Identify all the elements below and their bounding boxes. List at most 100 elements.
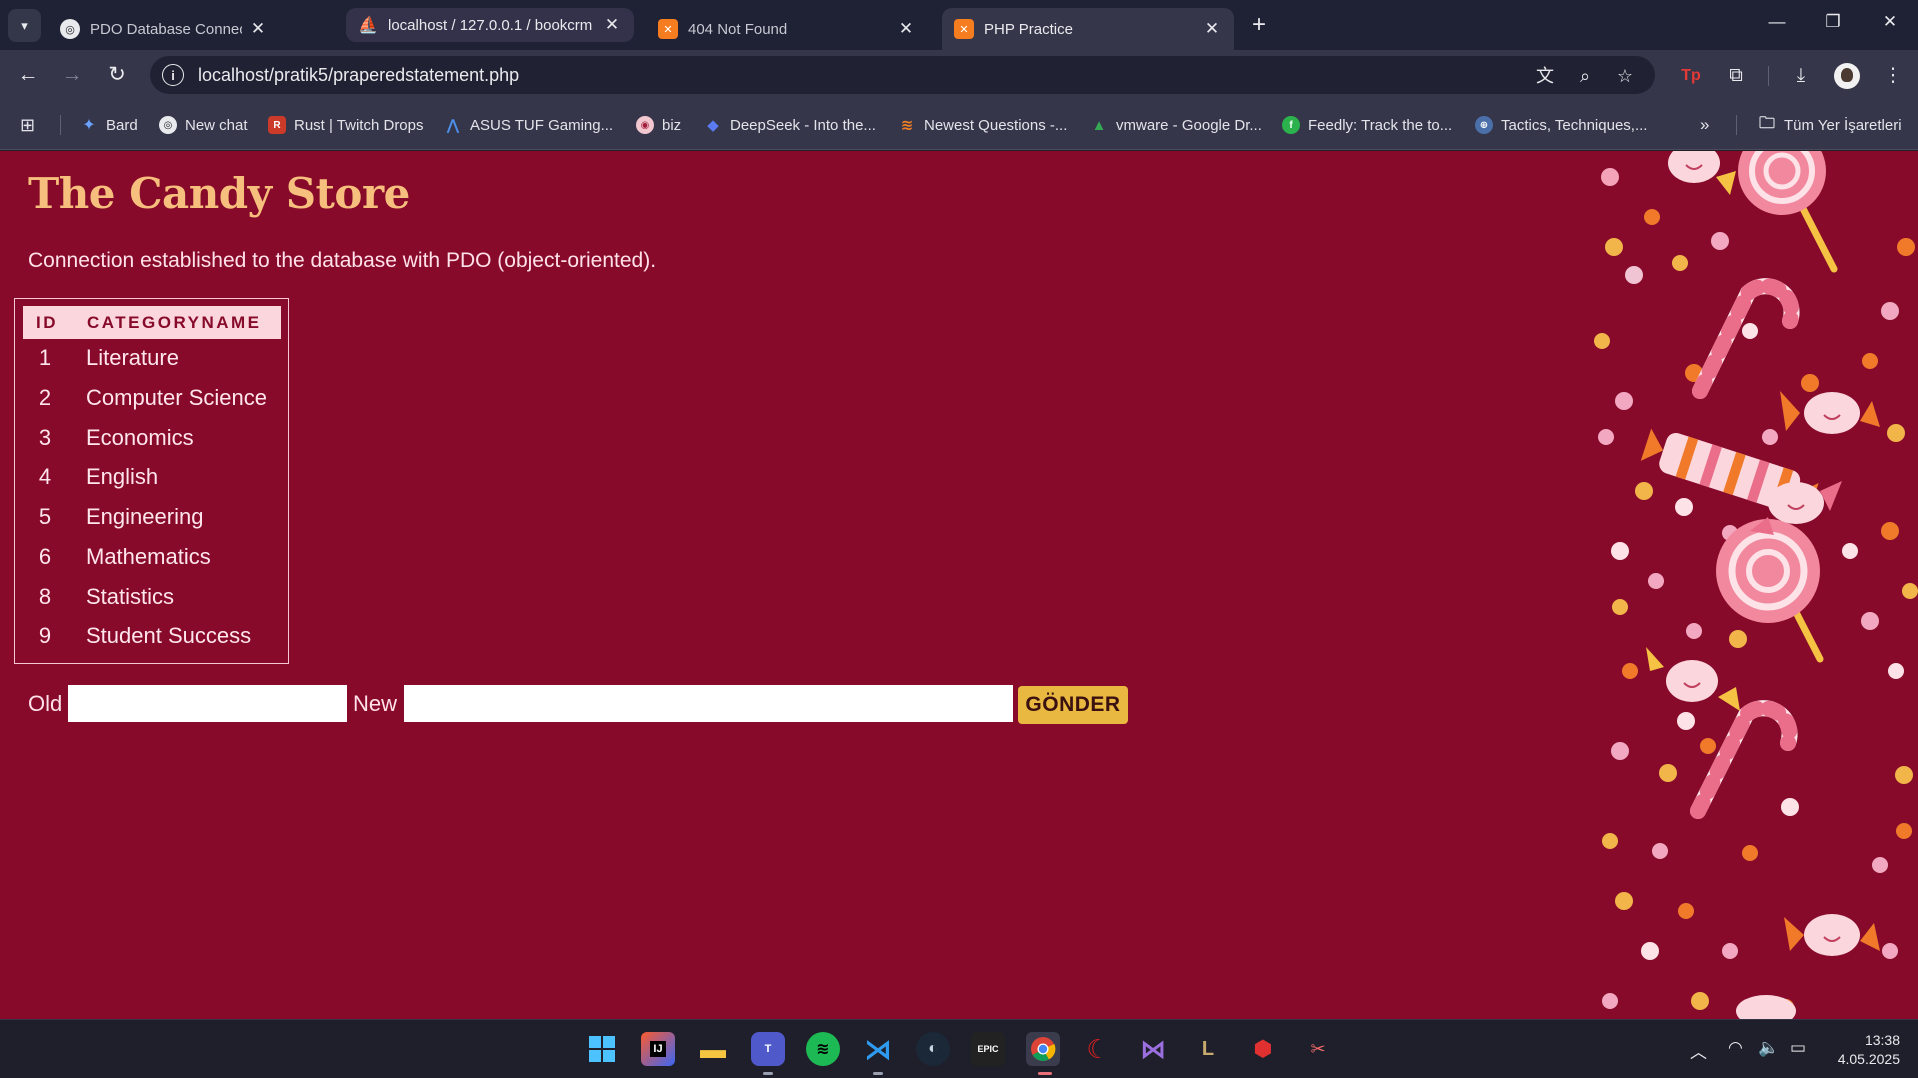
restore-button[interactable]: ❐	[1818, 12, 1848, 32]
old-label: Old	[28, 691, 63, 716]
close-icon[interactable]: ✕	[896, 19, 916, 39]
openai-icon: ◎	[159, 116, 177, 134]
translate-icon[interactable]: ⽂	[1533, 64, 1557, 88]
tab-title: 404 Not Found	[688, 20, 788, 38]
forward-button[interactable]: →	[58, 61, 86, 89]
xampp-icon: ✕	[954, 19, 974, 39]
page-title: The Candy Store	[28, 169, 410, 218]
new-input[interactable]	[404, 685, 1013, 722]
window-close-button[interactable]: ✕	[1875, 12, 1905, 32]
red-swirl-app-icon[interactable]: ☾	[1081, 1032, 1115, 1066]
category-table: ID CATEGORYNAME 1 Literature 2 Computer Sc…	[14, 298, 289, 664]
menu-icon[interactable]: ⋮	[1880, 63, 1906, 89]
back-button[interactable]: ←	[14, 61, 42, 89]
candy-decoration-image	[1594, 151, 1918, 1019]
close-icon[interactable]: ✕	[602, 15, 622, 35]
site-info-icon[interactable]: i	[162, 64, 184, 86]
bookmark-google-drive[interactable]: ▲ vmware - Google Dr...	[1090, 114, 1262, 136]
visual-studio-icon[interactable]: ⋈	[1136, 1032, 1170, 1066]
zoom-icon[interactable]: ⌕	[1573, 64, 1597, 88]
old-input[interactable]	[68, 685, 347, 722]
clock-time: 13:38	[1864, 1032, 1900, 1048]
table-row: 4 English	[38, 464, 159, 489]
epic-games-icon[interactable]: EPIC	[971, 1032, 1005, 1066]
show-hidden-icons[interactable]: ︿	[1690, 1038, 1707, 1063]
windows-start-icon[interactable]	[585, 1032, 619, 1066]
minimize-button[interactable]: —	[1762, 12, 1792, 32]
bookmark-rust-twitch[interactable]: R Rust | Twitch Drops	[268, 114, 424, 136]
league-of-legends-icon[interactable]: L	[1191, 1032, 1225, 1066]
clock-date: 4.05.2025	[1837, 1051, 1900, 1067]
bookmark-mitre[interactable]: ⊕ Tactics, Techniques,...	[1475, 114, 1647, 136]
table-row: 9 Student Success	[38, 623, 252, 648]
xampp-icon: ✕	[658, 19, 678, 39]
apps-grid-icon[interactable]: ⊞	[20, 114, 35, 136]
spotify-icon[interactable]: ≋	[806, 1032, 840, 1066]
url-text[interactable]: localhost/pratik5/praperedstatement.php	[198, 65, 519, 86]
tab-pdo-setup[interactable]: ◎ PDO Database Connection Setu ✕	[48, 8, 280, 50]
lollipop-top	[1738, 151, 1838, 273]
bookmark-deepseek[interactable]: ◆ DeepSeek - Into the...	[704, 114, 876, 136]
connection-message: Connection established to the database w…	[28, 249, 657, 272]
phpmyadmin-icon: ⛵	[358, 17, 378, 34]
address-bar[interactable]: i localhost/pratik5/praperedstatement.ph…	[150, 56, 1655, 94]
table-row: 1 Literature	[38, 345, 179, 370]
bookmark-new-chat[interactable]: ◎ New chat	[159, 114, 248, 136]
header-categoryname: CATEGORYNAME	[87, 313, 262, 332]
bard-icon: ✦	[82, 117, 96, 134]
snipping-tool-icon[interactable]: ✂	[1301, 1032, 1335, 1066]
table-row: 8 Statistics	[38, 584, 175, 609]
tab-php-practice[interactable]: ✕ PHP Practice ✕	[942, 8, 1234, 50]
chrome-icon[interactable]	[1026, 1032, 1060, 1066]
tab-404[interactable]: ✕ 404 Not Found ✕	[646, 8, 928, 50]
header-id: ID	[36, 313, 58, 332]
bookmark-star-icon[interactable]: ☆	[1613, 64, 1637, 88]
close-icon[interactable]: ✕	[248, 19, 268, 39]
bookmark-asus-tuf[interactable]: ⋀ ASUS TUF Gaming...	[444, 114, 613, 136]
intellij-icon[interactable]: IJ	[641, 1032, 675, 1066]
more-bookmarks-icon[interactable]: »	[1700, 114, 1709, 136]
file-explorer-icon[interactable]: ▬	[696, 1032, 730, 1066]
bookmark-feedly[interactable]: f Feedly: Track the to...	[1282, 114, 1452, 136]
reload-button[interactable]: ↻	[103, 61, 131, 89]
close-icon[interactable]: ✕	[1202, 19, 1222, 39]
volume-icon[interactable]: 🔈	[1758, 1038, 1779, 1058]
table-row: 6 Mathematics	[38, 544, 211, 569]
tab-title: PDO Database Connection Setu	[90, 20, 242, 38]
all-bookmarks-folder[interactable]: 🗀 Tüm Yer İşaretleri	[1758, 114, 1902, 136]
tab-title: localhost / 127.0.0.1 / bookcrm	[388, 16, 593, 34]
feedly-icon: f	[1282, 116, 1300, 134]
new-label: New	[353, 691, 398, 716]
tab-strip: ▾ ◎ PDO Database Connection Setu ✕ ⛵ loc…	[0, 0, 1918, 50]
wifi-icon[interactable]: ◠	[1728, 1038, 1743, 1058]
download-icon[interactable]: ⤓	[1788, 63, 1814, 89]
mitre-icon: ⊕	[1475, 116, 1493, 134]
bookmark-bard[interactable]: ✦ Bard	[80, 114, 137, 136]
windows-taskbar: IJ ▬ T ≋ ⋊ ◐ EPIC ☾ ⋈ L ⬢ ✂ ︿ ◠ 🔈 ▭ 13:3…	[0, 1019, 1918, 1078]
table-row: 3 Economics	[38, 425, 194, 450]
asus-tuf-icon: ⋀	[446, 117, 460, 134]
deepseek-icon: ◆	[707, 117, 719, 134]
new-tab-button[interactable]: +	[1246, 13, 1272, 37]
bookmark-stackoverflow[interactable]: ≋ Newest Questions -...	[898, 114, 1068, 136]
page-body: The Candy Store Connection established t…	[0, 151, 1918, 1019]
bookmarks-bar: ⊞ ✦ Bard ◎ New chat R Rust | Twitch Drop…	[0, 100, 1918, 150]
vscode-icon[interactable]: ⋊	[861, 1032, 895, 1066]
battery-icon[interactable]: ▭	[1790, 1038, 1806, 1058]
extension-tp-icon[interactable]: Tp	[1678, 63, 1704, 89]
browser-toolbar: ← → ↻ i localhost/pratik5/praperedstatem…	[0, 50, 1918, 100]
system-clock[interactable]: 13:38 4.05.2025	[1832, 1031, 1900, 1069]
chevron-down-icon: ▾	[21, 17, 28, 33]
riot-vanguard-icon[interactable]: ⬢	[1246, 1032, 1280, 1066]
tab-search-button[interactable]: ▾	[8, 9, 41, 42]
table-header: ID CATEGORYNAME	[23, 306, 281, 339]
tab-phpmyadmin[interactable]: ⛵ localhost / 127.0.0.1 / bookcrm ✕	[346, 8, 634, 42]
submit-button[interactable]: GÖNDER	[1018, 686, 1128, 724]
profile-avatar[interactable]	[1834, 63, 1860, 89]
teams-icon[interactable]: T	[751, 1032, 785, 1066]
candy-cane-bottom	[1690, 700, 1798, 819]
openai-icon: ◎	[60, 19, 80, 39]
bookmark-biz[interactable]: ◉ biz	[636, 114, 681, 136]
steam-icon[interactable]: ◐	[916, 1032, 950, 1066]
extensions-icon[interactable]: ⧉	[1723, 63, 1749, 89]
